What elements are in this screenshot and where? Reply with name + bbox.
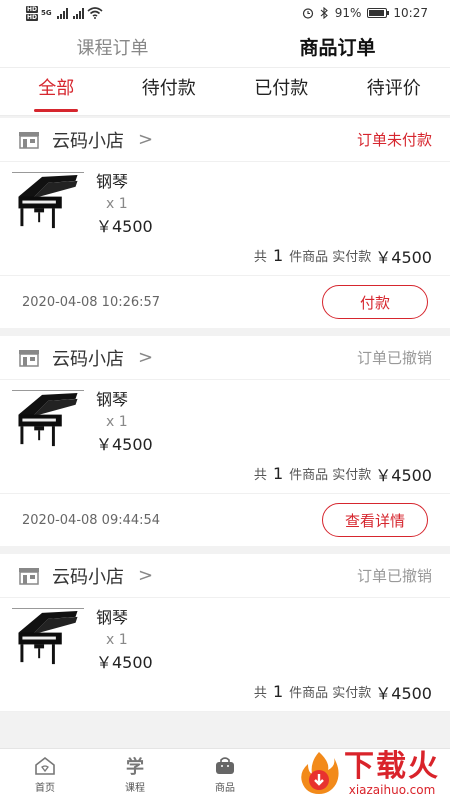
product-quantity: x 1 — [106, 632, 128, 648]
study-glyph: 学 — [126, 757, 144, 778]
product-name: 钢琴 — [96, 172, 129, 191]
product-row[interactable]: 钢琴 x 1 ￥4500 — [0, 162, 450, 236]
order-header[interactable]: 云码小店 > 订单已撤销 — [0, 336, 450, 380]
order-total: ￥4500 — [375, 683, 432, 703]
chevron-right-icon: > — [138, 129, 154, 150]
product-price: ￥4500 — [96, 653, 153, 672]
shopping-bag-icon — [214, 755, 236, 777]
watermark-title: 下载火 — [344, 749, 440, 784]
order-summary: 共 1 件商品 实付款 ￥4500 — [0, 672, 450, 712]
network-type: 5G — [41, 9, 52, 17]
watermark: 下载火 xiazaihuo.com — [298, 750, 440, 796]
shop-icon — [19, 567, 39, 585]
status-left: HD HD 5G — [26, 5, 103, 21]
order-status: 订单已撤销 — [356, 567, 432, 585]
order-status-tabs: 全部 待付款 已付款 待评价 — [0, 68, 450, 116]
battery-icon — [367, 8, 390, 18]
order-card: 云码小店 > 订单已撤销 钢琴 x 1 ￥4500 共 1 件商品 实付款 ￥4… — [0, 336, 450, 546]
tab-home[interactable]: 首页 — [0, 749, 90, 800]
flame-logo-icon — [301, 752, 339, 794]
order-status: 订单未付款 — [356, 131, 432, 149]
order-header[interactable]: 云码小店 > 订单未付款 — [0, 118, 450, 162]
summary-label: 件商品 实付款 — [289, 686, 372, 701]
order-summary: 共 1 件商品 实付款 ￥4500 — [0, 454, 450, 494]
summary-label: 件商品 实付款 — [289, 468, 372, 483]
study-icon: 学 — [126, 755, 144, 778]
tab-pending-review[interactable]: 待评价 — [338, 68, 450, 116]
order-time: 2020-04-08 09:44:54 — [22, 512, 161, 528]
clock: 10:27 — [393, 6, 428, 20]
order-header[interactable]: 云码小店 > 订单已撤销 — [0, 554, 450, 598]
order-type-tabs: 课程订单 商品订单 — [0, 26, 450, 68]
order-card: 云码小店 > 订单未付款 钢琴 x 1 ￥4500 共 1 件商品 实付款 ￥4… — [0, 118, 450, 328]
tab-goods-label: 商品 — [215, 783, 235, 794]
hd-badge: HD — [26, 5, 39, 13]
bluetooth-icon — [320, 7, 328, 19]
tab-paid[interactable]: 已付款 — [225, 68, 338, 116]
tab-course-label: 课程 — [125, 783, 145, 794]
status-bar: HD HD 5G 91% 10:27 — [0, 0, 450, 26]
summary-prefix: 共 — [253, 468, 267, 483]
tab-course[interactable]: 学 课程 — [90, 749, 180, 800]
tab-goods-orders[interactable]: 商品订单 — [225, 33, 450, 60]
chevron-right-icon: > — [138, 347, 154, 368]
order-summary: 共 1 件商品 实付款 ￥4500 — [0, 236, 450, 276]
tab-pending-payment[interactable]: 待付款 — [113, 68, 226, 116]
watermark-text: 下载火 xiazaihuo.com — [344, 749, 440, 797]
view-details-button[interactable]: 查看详情 — [322, 503, 428, 537]
item-count: 1 — [272, 246, 284, 265]
shop-icon — [19, 349, 39, 367]
piano-image — [12, 608, 84, 665]
order-time: 2020-04-08 10:26:57 — [22, 294, 161, 310]
summary-label: 件商品 实付款 — [289, 250, 372, 265]
summary-prefix: 共 — [253, 686, 267, 701]
product-price: ￥4500 — [96, 435, 153, 454]
shop-name: 云码小店 — [52, 566, 124, 588]
watermark-url: xiazaihuo.com — [348, 783, 436, 797]
product-row[interactable]: 钢琴 x 1 ￥4500 — [0, 598, 450, 672]
product-row[interactable]: 钢琴 x 1 ￥4500 — [0, 380, 450, 454]
battery-fill — [369, 10, 384, 16]
signal-icon — [56, 7, 68, 19]
product-info: 钢琴 x 1 ￥4500 — [96, 390, 153, 454]
alarm-icon — [302, 8, 313, 19]
product-name: 钢琴 — [96, 608, 129, 627]
product-info: 钢琴 x 1 ￥4500 — [96, 608, 153, 672]
item-count: 1 — [272, 464, 284, 483]
summary-prefix: 共 — [253, 250, 267, 265]
shop-name: 云码小店 — [52, 130, 124, 152]
product-quantity: x 1 — [106, 196, 128, 212]
tab-all[interactable]: 全部 — [0, 68, 113, 116]
shop-name: 云码小店 — [52, 348, 124, 370]
chevron-right-icon: > — [138, 565, 154, 586]
product-info: 钢琴 x 1 ￥4500 — [96, 172, 153, 236]
product-quantity: x 1 — [106, 414, 128, 430]
tab-course-orders[interactable]: 课程订单 — [0, 34, 225, 60]
tab-goods[interactable]: 商品 — [180, 749, 270, 800]
product-name: 钢琴 — [96, 390, 129, 409]
item-count: 1 — [272, 682, 284, 701]
home-icon — [34, 755, 56, 777]
wifi-icon — [87, 7, 103, 19]
status-right: 91% 10:27 — [302, 6, 428, 20]
order-total: ￥4500 — [375, 465, 432, 485]
piano-image — [12, 172, 84, 229]
order-status: 订单已撤销 — [356, 349, 432, 367]
hd-icons: HD HD — [26, 5, 39, 21]
product-price: ￥4500 — [96, 217, 153, 236]
order-card: 云码小店 > 订单已撤销 钢琴 x 1 ￥4500 共 1 件商品 实付款 ￥4… — [0, 554, 450, 712]
shop-icon — [19, 131, 39, 149]
tab-home-label: 首页 — [35, 783, 55, 794]
battery-percent: 91% — [334, 6, 362, 20]
order-list: 云码小店 > 订单未付款 钢琴 x 1 ￥4500 共 1 件商品 实付款 ￥4… — [0, 118, 450, 720]
piano-image — [12, 390, 84, 447]
order-footer: 2020-04-08 10:26:57 付款 — [0, 276, 450, 328]
hd-badge: HD — [26, 13, 39, 21]
signal-icon — [72, 7, 84, 19]
pay-button[interactable]: 付款 — [322, 285, 428, 319]
order-total: ￥4500 — [375, 247, 432, 267]
order-footer: 2020-04-08 09:44:54 查看详情 — [0, 494, 450, 546]
